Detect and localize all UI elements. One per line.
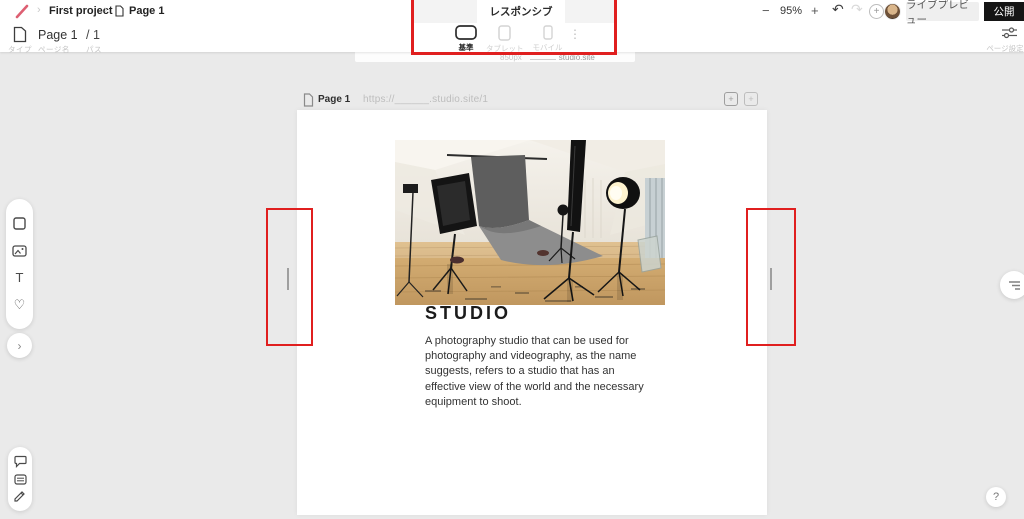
redo-icon[interactable]: ↷ bbox=[851, 1, 863, 18]
image-tool-icon[interactable] bbox=[11, 242, 28, 259]
add-frame-icon[interactable]: + bbox=[744, 92, 758, 106]
domain-blank-underline bbox=[530, 54, 556, 60]
page-resize-handle-right[interactable] bbox=[770, 268, 772, 290]
element-toolbar: T ♡ bbox=[6, 199, 33, 329]
live-preview-button[interactable]: ライブプレビュー bbox=[906, 2, 979, 21]
page-settings-label: ページ設定 bbox=[986, 43, 1024, 54]
type-label: タイプ bbox=[8, 44, 32, 55]
layers-panel-button[interactable] bbox=[1000, 271, 1024, 299]
help-button[interactable]: ? bbox=[986, 487, 1006, 507]
studio-logo-icon[interactable] bbox=[14, 4, 30, 19]
responsive-tab[interactable]: レスポンシブ bbox=[477, 0, 565, 23]
expand-toolbar-button[interactable]: › bbox=[7, 333, 32, 358]
design-page[interactable]: STUDIO A photography studio that can be … bbox=[297, 110, 767, 515]
page-frame-header: Page 1 https://______.studio.site/1 + + bbox=[297, 91, 767, 110]
undo-icon[interactable]: ↶ bbox=[832, 1, 844, 18]
page-doc-icon bbox=[303, 93, 314, 107]
tablet-icon bbox=[498, 25, 511, 41]
question-icon: ? bbox=[993, 491, 999, 503]
studio-editor: 850px studio.site Page 1 https://______.… bbox=[0, 0, 1024, 519]
page-type-icon[interactable] bbox=[13, 26, 27, 43]
mobile-icon bbox=[543, 25, 553, 40]
desktop-icon bbox=[455, 25, 477, 40]
layers-lines-icon bbox=[1007, 279, 1021, 291]
page-paragraph[interactable]: A photography studio that can be used fo… bbox=[425, 334, 649, 410]
page-settings-icon[interactable] bbox=[1002, 26, 1017, 39]
breakpoint-switcher: 基準 タブレット モバイル bbox=[455, 25, 585, 51]
breakpoint-tablet[interactable]: タブレット bbox=[486, 25, 524, 54]
breadcrumb-separator: › bbox=[37, 4, 41, 16]
user-avatar[interactable] bbox=[884, 3, 901, 20]
page-name-value[interactable]: Page 1 bbox=[38, 28, 78, 42]
page-resize-handle-left[interactable] bbox=[287, 268, 289, 290]
page-name-label: ページ名 bbox=[38, 44, 70, 55]
breadcrumb-doc-icon bbox=[115, 5, 124, 17]
page-heading[interactable]: STUDIO bbox=[425, 303, 511, 324]
zoom-out-button[interactable]: − bbox=[762, 3, 770, 18]
page-path-label: パス bbox=[86, 44, 102, 55]
invite-member-button[interactable]: + bbox=[869, 4, 884, 19]
studio-photo[interactable] bbox=[395, 140, 665, 305]
pencil-icon[interactable] bbox=[13, 489, 28, 504]
site-domain: studio.site bbox=[559, 53, 595, 62]
add-page-icon[interactable]: + bbox=[724, 92, 738, 106]
chevron-right-icon: › bbox=[18, 339, 22, 353]
text-tool-icon[interactable]: T bbox=[11, 269, 28, 286]
breakpoint-mobile[interactable]: モバイル bbox=[533, 25, 563, 53]
breadcrumb-page[interactable]: Page 1 bbox=[129, 5, 164, 17]
comment-icon[interactable] bbox=[13, 454, 28, 469]
breadcrumb-separator: › bbox=[104, 4, 108, 16]
heart-tool-icon[interactable]: ♡ bbox=[11, 296, 28, 313]
page-path-value[interactable]: / 1 bbox=[86, 28, 100, 42]
top-toolbar: › First project › Page 1 タイプ Page 1 ページ名… bbox=[0, 0, 1024, 52]
box-tool-icon[interactable] bbox=[11, 215, 28, 232]
frame-page-label[interactable]: Page 1 bbox=[318, 94, 350, 105]
zoom-level[interactable]: 95% bbox=[780, 5, 802, 17]
publish-button[interactable]: 公開 bbox=[984, 2, 1024, 21]
zoom-in-button[interactable]: + bbox=[811, 3, 819, 18]
breakpoint-more-icon[interactable]: ⋮ bbox=[569, 27, 581, 41]
assets-box-icon[interactable] bbox=[13, 472, 28, 487]
utility-toolbar bbox=[8, 447, 32, 511]
frame-page-url[interactable]: https://______.studio.site/1 bbox=[363, 94, 488, 105]
breakpoint-desktop[interactable]: 基準 bbox=[455, 25, 477, 53]
